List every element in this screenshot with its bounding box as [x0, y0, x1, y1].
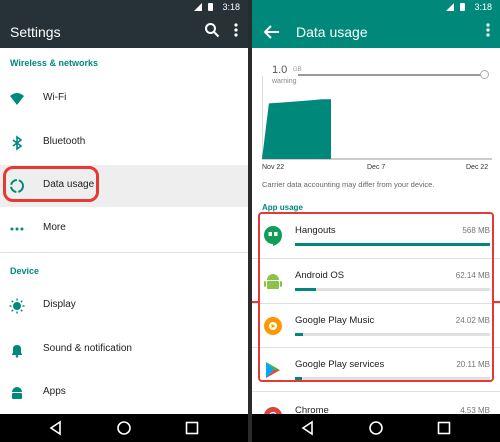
settings-item-apps[interactable]: Apps	[0, 372, 248, 414]
app-name: Chrome	[295, 405, 329, 414]
settings-list: Wireless & networks Wi-Fi Bluetooth Data…	[0, 48, 248, 414]
settings-item-display[interactable]: Display	[0, 285, 248, 327]
nav-bar	[252, 414, 500, 442]
settings-title: Settings	[10, 24, 61, 40]
status-time: 3:18	[222, 2, 240, 12]
android-icon	[12, 387, 22, 399]
app-usage-header: App usage	[262, 203, 303, 212]
data-usage-content: 1.0 GB warning Nov 22 Dec 7 Dec 22 Carrier…	[252, 0, 500, 414]
settings-item-more[interactable]: More	[0, 208, 248, 250]
home-nav-icon[interactable]	[116, 420, 132, 436]
back-nav-icon[interactable]	[300, 420, 316, 436]
settings-item-label: Display	[43, 299, 76, 310]
recents-nav-icon[interactable]	[184, 420, 200, 436]
section-divider	[0, 252, 248, 253]
chrome-icon	[264, 407, 282, 414]
highlight-tick-left	[252, 301, 258, 303]
settings-item-label: More	[43, 222, 66, 233]
home-nav-icon[interactable]	[368, 420, 384, 436]
settings-item-wifi[interactable]: Wi-Fi	[0, 78, 248, 120]
usage-area	[262, 99, 331, 159]
signal-icon	[194, 3, 202, 11]
app-list-highlight	[258, 212, 494, 382]
nav-bar	[0, 414, 248, 442]
data-usage-screen: Data usage 3:18 1.0 GB warning Nov 22 Dec…	[252, 0, 500, 442]
bluetooth-icon	[12, 135, 23, 151]
app-row-chrome[interactable]: Chrome 4.53 MB	[252, 394, 500, 414]
usage-chart: 1.0 GB warning	[262, 54, 492, 174]
recents-nav-icon[interactable]	[436, 420, 452, 436]
app-size: 4.53 MB	[460, 406, 490, 414]
overflow-menu-icon[interactable]	[232, 22, 240, 38]
section-device: Device	[10, 266, 40, 276]
settings-item-label: Apps	[43, 386, 66, 397]
more-dots-icon	[10, 227, 24, 231]
carrier-note: Carrier data accounting may differ from …	[262, 180, 435, 189]
highlight-tick-right	[494, 301, 500, 303]
settings-screen: Settings 3:18 Wireless & networks Wi-Fi …	[0, 0, 248, 442]
x-tick-label: Dec 22	[466, 164, 489, 171]
settings-item-label: Sound & notification	[43, 343, 132, 354]
data-usage-highlight	[3, 166, 99, 202]
section-wireless-networks: Wireless & networks	[10, 58, 98, 68]
back-nav-icon[interactable]	[48, 420, 64, 436]
search-icon[interactable]	[204, 22, 220, 38]
usage-chart-svg	[262, 76, 492, 160]
display-icon	[9, 298, 25, 314]
status-bar: 3:18	[0, 0, 248, 14]
battery-icon	[208, 3, 213, 11]
bell-icon	[12, 345, 22, 358]
wifi-icon	[10, 93, 24, 105]
row-divider	[252, 391, 500, 392]
x-tick-label: Nov 22	[262, 164, 285, 171]
settings-item-sound-notification[interactable]: Sound & notification	[0, 329, 248, 371]
settings-item-label: Bluetooth	[43, 136, 86, 147]
settings-item-label: Wi-Fi	[43, 92, 67, 103]
settings-item-bluetooth[interactable]: Bluetooth	[0, 122, 248, 164]
x-tick-label: Dec 7	[367, 164, 386, 171]
